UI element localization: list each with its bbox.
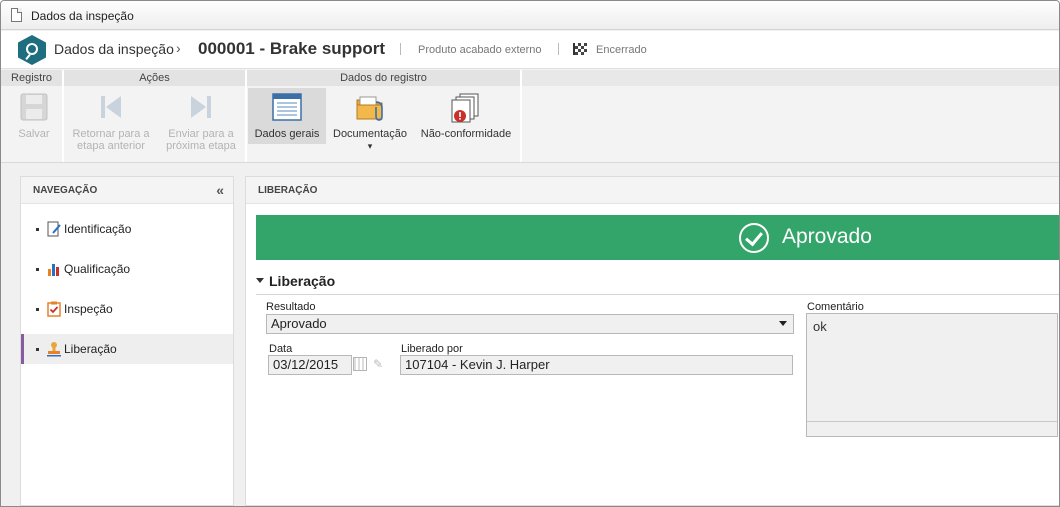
general-data-label: Dados gerais [254,128,320,140]
checkered-flag-icon [573,43,587,55]
dropdown-arrow-icon: ▾ [367,141,373,151]
comment-value: ok [813,319,827,334]
check-circle-icon [739,223,769,253]
bullet-icon [36,308,39,311]
title-bar: Dados da inspeção [1,1,1059,30]
result-label: Resultado [266,301,316,313]
general-data-button[interactable]: Dados gerais [248,88,326,144]
nav-item-label: Inspeção [64,302,113,316]
document-icon [11,8,22,22]
header-divider [558,43,559,55]
release-header: LIBERAÇÃO [246,177,1059,204]
bullet-icon [36,268,39,271]
documents-alert-icon [451,93,479,123]
return-step-label-line2: etapa anterior [77,140,145,152]
comment-textarea[interactable]: ok [806,313,1058,437]
collapse-triangle-icon [256,278,264,283]
dropdown-arrow-icon [779,321,787,326]
bullet-icon [36,348,39,351]
nav-item-inspecao[interactable]: Inspeção [21,294,233,324]
send-step-button[interactable]: Enviar para a próxima etapa [159,88,243,152]
navigation-header: NAVEGAÇÃO « [21,177,233,204]
group-registro: Registro [1,70,62,86]
documentation-label: Documentação ▾ [330,128,410,152]
documentation-button[interactable]: Documentação ▾ [330,88,410,151]
eraser-icon[interactable]: ✎ [373,357,385,371]
comment-label: Comentário [807,301,864,313]
nav-item-qualificacao[interactable]: Qualificação [21,254,233,284]
approval-banner: Aprovado [256,215,1059,260]
calendar-icon[interactable] [353,357,367,371]
date-label: Data [269,343,293,355]
nav-item-label: Qualificação [64,262,131,276]
header-divider [400,43,401,55]
skip-back-icon [101,96,121,118]
nav-item-identificacao[interactable]: Identificação [21,214,233,244]
non-conformity-label: Não-conformidade [420,128,512,140]
status-label: Encerrado [596,44,647,56]
documentation-label-line1: Documentação [333,128,407,140]
floppy-disk-icon [20,93,48,121]
released-by-label: Liberado por [401,343,463,355]
stamp-icon [47,342,61,357]
group-empty [522,70,1059,86]
return-step-label-line1: Retornar para a [72,128,150,140]
product-type-label: Produto acabado externo [418,44,542,56]
breadcrumb-separator-icon: › [176,40,181,56]
approval-status-text: Aprovado [782,225,872,248]
return-step-label: Retornar para a etapa anterior [67,128,155,152]
record-title: 000001 - Brake support [198,39,386,58]
ribbon-toolbar: Registro Ações Dados do registro Salvar … [1,68,1059,163]
window-title: Dados da inspeção [31,9,134,23]
folder-clip-icon [356,96,383,121]
release-section-title[interactable]: Liberação [256,273,335,289]
result-select[interactable]: Aprovado [266,314,794,334]
send-step-label-line1: Enviar para a [168,128,234,140]
send-step-label: Enviar para a próxima etapa [159,128,243,152]
group-acoes: Ações [64,70,245,86]
comment-footer [807,421,1057,436]
date-field[interactable]: 03/12/2015 [268,355,352,375]
nav-item-label: Identificação [64,222,132,236]
save-button[interactable]: Salvar [7,88,61,144]
return-step-button[interactable]: Retornar para a etapa anterior [67,88,155,152]
section-divider [256,294,1059,295]
collapse-icon[interactable]: « [216,177,224,203]
breadcrumb-root[interactable]: Dados da inspeção [54,41,174,57]
non-conformity-button[interactable]: Não-conformidade [415,88,517,144]
bar-chart-icon [48,264,59,276]
released-by-field[interactable]: 107104 - Kevin J. Harper [400,355,793,375]
nav-item-label: Liberação [64,342,117,356]
bullet-icon [36,228,39,231]
navigation-panel: NAVEGAÇÃO « Identificação Qualificação I… [20,176,234,506]
navigation-title: NAVEGAÇÃO [33,185,98,196]
result-value: Aprovado [271,316,327,331]
edit-document-icon [47,221,61,237]
send-step-label-line2: próxima etapa [166,140,236,152]
skip-forward-icon [191,96,211,118]
checklist-icon [47,301,61,317]
form-window-icon [272,93,302,121]
save-label: Salvar [18,128,50,140]
application-window: Dados da inspeção Dados da inspeção › 00… [0,0,1060,507]
search-logo-icon [18,35,46,65]
nav-item-liberacao[interactable]: Liberação [21,334,233,364]
record-header: Dados da inspeção › 000001 - Brake suppo… [1,31,1059,68]
group-dados-registro: Dados do registro [247,70,520,86]
release-section-label: Liberação [269,273,336,289]
